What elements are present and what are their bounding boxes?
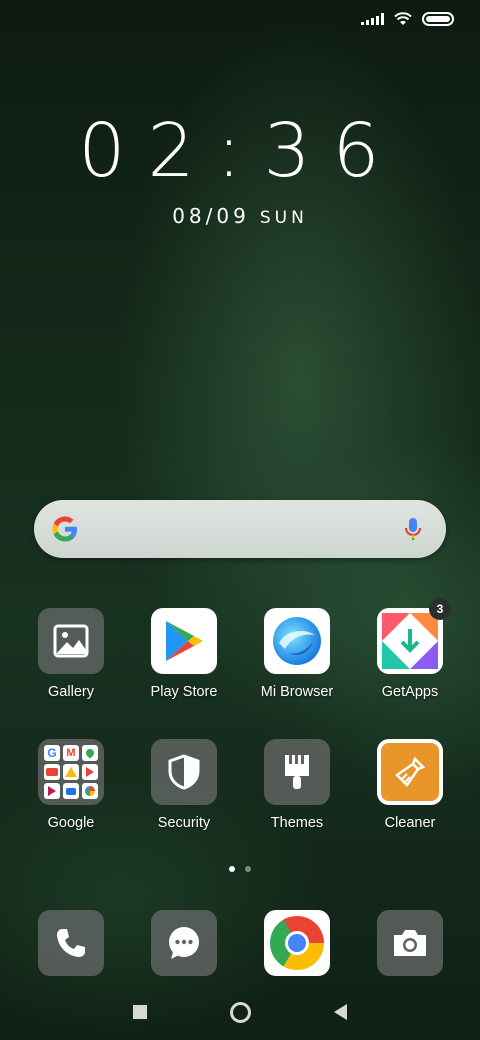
youtube-icon	[44, 764, 60, 780]
wifi-icon	[394, 12, 412, 25]
chrome-icon	[264, 910, 330, 976]
app-folder-google[interactable]: G M Google	[16, 739, 126, 831]
page-dot	[245, 866, 251, 872]
google-g-icon	[52, 516, 77, 542]
dock-chrome[interactable]	[242, 910, 352, 976]
dock-phone[interactable]	[16, 910, 126, 976]
gallery-icon	[38, 608, 104, 674]
app-label: Security	[157, 815, 211, 831]
app-label: Gallery	[48, 684, 94, 700]
maps-icon	[82, 745, 98, 761]
square-recents-icon	[133, 1005, 147, 1019]
cleaner-broom-icon	[377, 739, 443, 805]
app-label: Mi Browser	[260, 684, 334, 700]
getapps-icon: 3	[377, 598, 451, 674]
messaging-icon	[151, 910, 217, 976]
microphone-icon[interactable]	[398, 514, 428, 544]
notification-badge: 3	[429, 598, 451, 620]
google-g-icon: G	[44, 745, 60, 761]
back-button[interactable]	[325, 998, 355, 1026]
app-play-store[interactable]: Play Store	[129, 608, 239, 700]
navigation-bar	[0, 998, 480, 1026]
app-label: Play Store	[150, 684, 218, 700]
clock-time[interactable]: 02:36	[0, 108, 480, 194]
page-dot-active	[229, 866, 235, 872]
day-text: SUN	[259, 208, 308, 228]
app-security[interactable]: Security	[129, 739, 239, 831]
dock-messaging[interactable]	[129, 910, 239, 976]
app-getapps[interactable]: 3 GetApps	[355, 598, 465, 700]
app-gallery[interactable]: Gallery	[16, 608, 126, 700]
app-label: Cleaner	[384, 815, 436, 831]
app-label: Themes	[270, 815, 324, 831]
clock-date: 08/09 SUN	[0, 204, 480, 228]
signal-bars-icon	[361, 13, 384, 25]
app-mi-browser[interactable]: Mi Browser	[242, 608, 352, 700]
shield-icon	[151, 739, 217, 805]
app-label: GetApps	[381, 684, 439, 700]
battery-icon	[422, 12, 454, 26]
camera-icon	[377, 910, 443, 976]
photos-icon	[82, 783, 98, 799]
google-search-bar[interactable]	[34, 500, 446, 558]
play-music-icon	[44, 783, 60, 799]
mi-browser-icon	[264, 608, 330, 674]
google-folder-icon: G M	[38, 739, 104, 805]
circle-home-icon	[229, 1001, 251, 1023]
triangle-back-icon	[333, 1004, 347, 1020]
play-movies-icon	[82, 764, 98, 780]
app-cleaner[interactable]: Cleaner	[355, 739, 465, 831]
drive-icon	[63, 764, 79, 780]
recents-button[interactable]	[125, 998, 155, 1026]
app-themes[interactable]: Themes	[242, 739, 352, 831]
dock-camera[interactable]	[355, 910, 465, 976]
brush-icon	[264, 739, 330, 805]
gmail-icon: M	[63, 745, 79, 761]
duo-icon	[63, 783, 79, 799]
date-text: 08/09	[172, 204, 250, 228]
home-button[interactable]	[225, 998, 255, 1026]
status-bar	[361, 12, 454, 26]
play-store-icon	[151, 608, 217, 674]
app-label: Google	[47, 815, 95, 831]
phone-icon	[38, 910, 104, 976]
page-indicator	[0, 866, 480, 872]
